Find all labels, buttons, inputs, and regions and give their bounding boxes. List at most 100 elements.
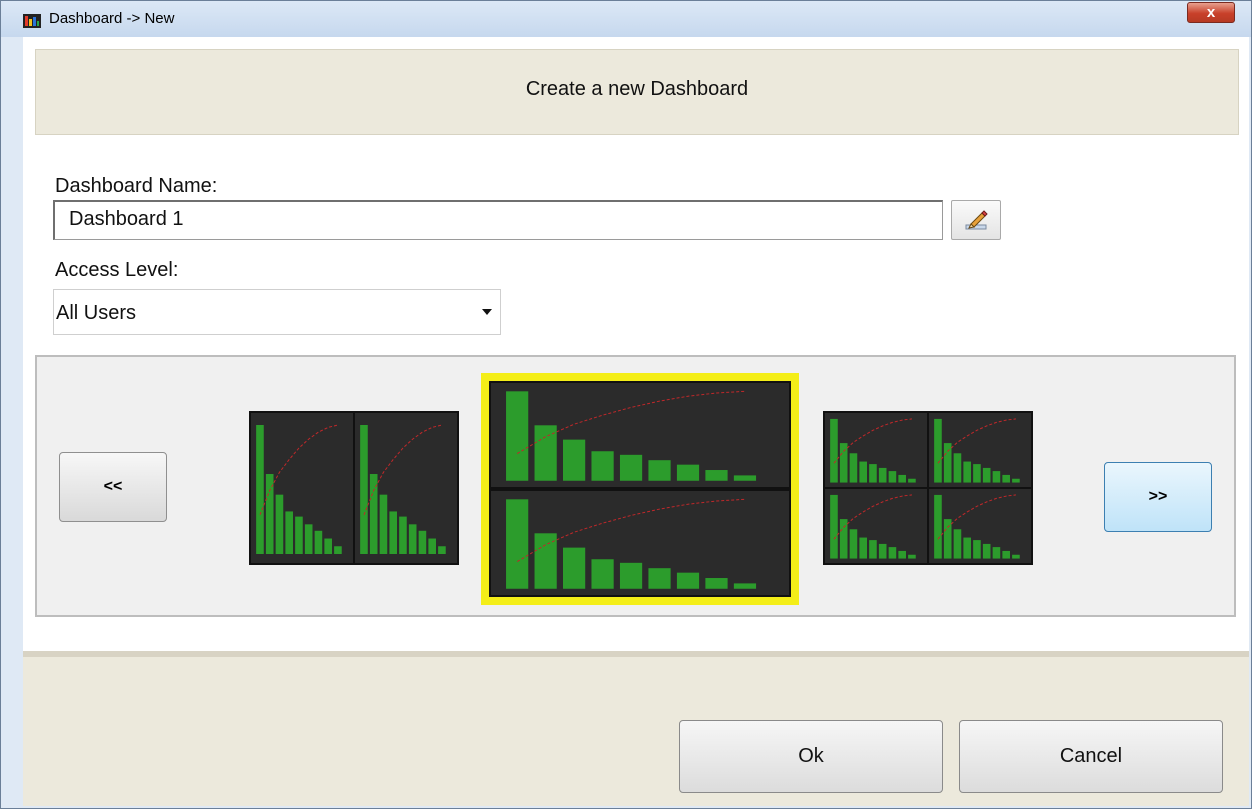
thumbnail-bar xyxy=(878,467,887,483)
ok-button[interactable]: Ok xyxy=(679,720,943,793)
thumbnail-bar xyxy=(648,568,671,589)
thumbnail-bar xyxy=(982,543,991,559)
title-bar[interactable]: Dashboard -> New x xyxy=(1,1,1251,37)
layout-preview xyxy=(249,411,459,565)
access-level-value: All Users xyxy=(56,302,137,324)
layout-preview xyxy=(489,381,791,597)
layout-thumbnail-grid-2x2[interactable] xyxy=(823,411,1033,565)
thumbnail-bar xyxy=(418,530,427,554)
thumbnail-bar xyxy=(619,562,643,589)
thumbnail-bar xyxy=(379,494,388,554)
thumbnail-bar xyxy=(314,530,323,554)
thumbnail-bar xyxy=(839,519,848,559)
dashboard-name-label: Dashboard Name: xyxy=(55,175,218,197)
close-button[interactable]: x xyxy=(1187,2,1235,23)
thumbnail-bar xyxy=(275,494,284,554)
thumbnail-bar xyxy=(953,453,962,483)
window-title: Dashboard -> New xyxy=(49,10,175,27)
thumbnail-bar xyxy=(506,499,529,589)
access-level-select[interactable]: All Users xyxy=(53,289,501,335)
thumbnail-bar xyxy=(563,547,586,589)
thumbnail-bar xyxy=(888,471,897,483)
thumbnail-bar xyxy=(934,494,942,559)
thumbnail-bar xyxy=(428,538,436,554)
thumbnail-bar xyxy=(295,516,303,554)
thumbnail-chart-panel xyxy=(491,491,789,595)
thumbnail-bar xyxy=(648,460,671,481)
thumbnail-bar xyxy=(839,443,848,483)
thumbnail-bar xyxy=(888,547,897,559)
thumbnail-bar xyxy=(1002,550,1010,559)
thumbnail-bar xyxy=(1002,474,1010,483)
app-icon xyxy=(23,14,41,28)
thumbnail-bar xyxy=(908,554,916,559)
thumbnail-chart-panel xyxy=(251,413,353,563)
thumbnail-bar xyxy=(830,494,838,559)
thumbnail-bar xyxy=(591,559,614,589)
pencil-icon xyxy=(965,210,988,230)
thumbnail-chart-panel xyxy=(825,489,927,563)
edit-name-button[interactable] xyxy=(951,200,1001,240)
close-icon: x xyxy=(1206,4,1216,21)
thumbnail-bar xyxy=(304,524,313,554)
thumbnail-bar xyxy=(619,454,643,481)
thumbnail-bar xyxy=(963,537,971,559)
thumbnail-bar xyxy=(1012,478,1020,483)
thumbnail-bar xyxy=(438,546,446,554)
thumbnail-bar xyxy=(399,516,407,554)
thumbnail-bar xyxy=(973,540,981,559)
thumbnail-bar xyxy=(992,471,1001,483)
thumbnail-bar xyxy=(733,583,757,589)
thumbnail-bar xyxy=(830,418,838,483)
thumbnail-bar xyxy=(705,470,728,481)
thumbnail-bar xyxy=(859,537,867,559)
thumbnail-bar xyxy=(733,475,757,481)
thumbnail-bar xyxy=(324,538,332,554)
dashboard-name-input[interactable]: Dashboard 1 xyxy=(53,200,943,240)
thumbnail-chart-panel xyxy=(929,489,1031,563)
layout-thumbnail-two-row[interactable] xyxy=(489,381,791,597)
thumbnail-chart-panel xyxy=(491,383,789,487)
thumbnail-bar xyxy=(389,511,397,554)
dialog-window: Dashboard -> New x Create a new Dashboar… xyxy=(0,0,1252,809)
thumbnail-chart-panel xyxy=(929,413,1031,487)
thumbnail-bar xyxy=(992,547,1001,559)
thumbnail-bar xyxy=(408,524,417,554)
thumbnail-bar xyxy=(506,391,529,481)
thumbnail-bar xyxy=(908,478,916,483)
thumbnail-bar xyxy=(563,439,586,481)
thumbnail-bar xyxy=(334,546,342,554)
layout-carousel: << >> xyxy=(35,355,1236,617)
thumbnail-bar xyxy=(953,529,962,559)
thumbnail-bar xyxy=(982,467,991,483)
layout-thumbnail-two-column[interactable] xyxy=(249,411,459,565)
thumbnail-chart-panel xyxy=(355,413,457,563)
thumbnail-bar xyxy=(676,464,700,481)
thumbnail-bar xyxy=(360,425,368,554)
thumbnail-bar xyxy=(963,461,971,483)
thumbnail-bar xyxy=(943,519,952,559)
thumbnail-bar xyxy=(591,451,614,481)
thumbnail-bar xyxy=(859,461,867,483)
thumbnail-bar xyxy=(869,540,877,559)
dialog-content: Create a new Dashboard Dashboard Name: D… xyxy=(23,37,1249,806)
next-layout-button[interactable]: >> xyxy=(1104,462,1212,532)
thumbnail-bar xyxy=(1012,554,1020,559)
thumbnail-bar xyxy=(898,474,906,483)
chevron-down-icon xyxy=(482,309,492,315)
thumbnail-bar xyxy=(285,511,293,554)
thumbnail-bar xyxy=(943,443,952,483)
thumbnail-bar xyxy=(934,418,942,483)
cancel-button[interactable]: Cancel xyxy=(959,720,1223,793)
thumbnail-bar xyxy=(705,578,728,589)
header-band: Create a new Dashboard xyxy=(35,49,1239,135)
thumbnail-bar xyxy=(869,464,877,483)
dialog-heading: Create a new Dashboard xyxy=(525,78,749,100)
thumbnail-bar xyxy=(898,550,906,559)
layout-preview xyxy=(823,411,1033,565)
thumbnail-bar xyxy=(878,543,887,559)
thumbnail-chart-panel xyxy=(825,413,927,487)
previous-layout-button[interactable]: << xyxy=(59,452,167,522)
thumbnail-bar xyxy=(849,453,858,483)
access-level-label: Access Level: xyxy=(55,259,179,281)
